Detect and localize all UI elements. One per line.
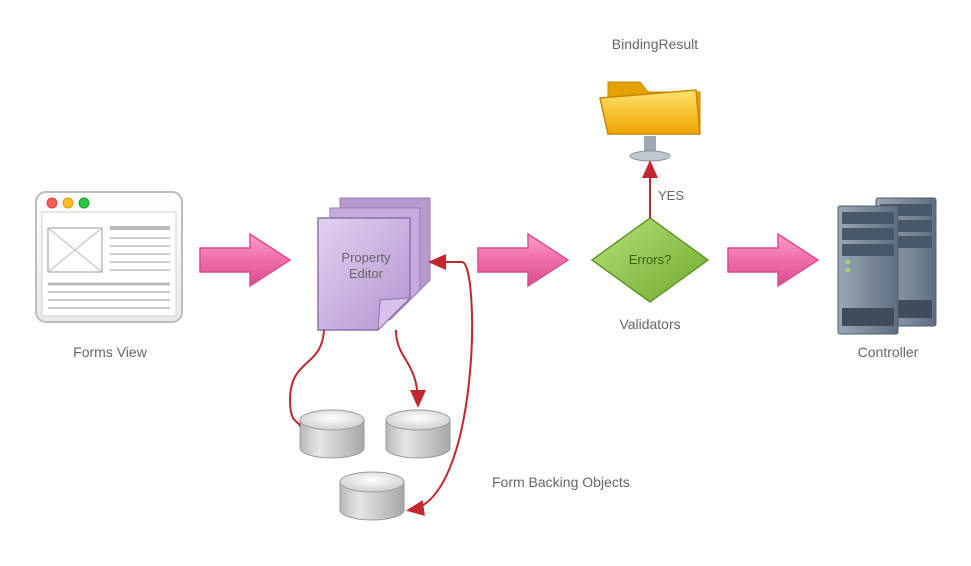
validators-label: Validators	[610, 316, 690, 332]
forms-view-icon	[36, 192, 182, 322]
binding-result-folder-icon	[600, 82, 700, 161]
controller-icon	[838, 198, 936, 334]
yes-label: YES	[658, 188, 684, 203]
property-editor-line2: Editor	[349, 266, 383, 281]
forms-view-label: Forms View	[60, 344, 160, 360]
form-backing-objects-label: Form Backing Objects	[492, 474, 630, 490]
property-editor-label: Property Editor	[336, 250, 396, 281]
cylinder-1	[300, 410, 364, 458]
cylinder-3	[340, 472, 404, 520]
binding-result-label: BindingResult	[590, 36, 720, 52]
errors-label: Errors?	[620, 252, 680, 267]
controller-label: Controller	[838, 344, 938, 360]
red-link-right	[396, 330, 418, 404]
property-editor-line1: Property	[341, 250, 390, 265]
flow-arrow-2	[478, 234, 568, 286]
flow-arrow-3	[728, 234, 818, 286]
red-link-loop-down	[410, 262, 472, 510]
diagram-stage: Forms View Property Editor Errors? Valid…	[0, 0, 971, 566]
cylinder-2	[386, 410, 450, 458]
flow-arrow-1	[200, 234, 290, 286]
diagram-svg	[0, 0, 971, 566]
